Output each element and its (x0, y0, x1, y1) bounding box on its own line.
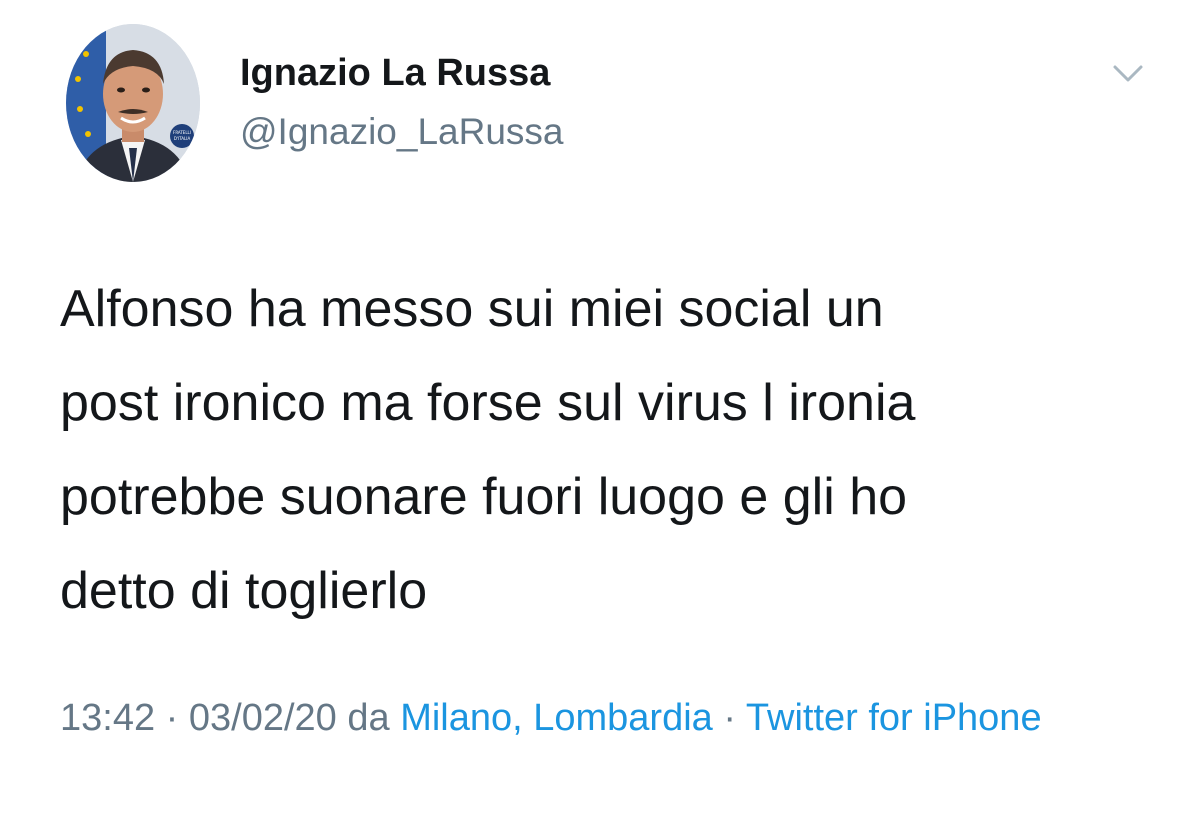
source-separator: · (712, 697, 746, 739)
badge-text-top: FRATELLI (173, 130, 191, 135)
location-link[interactable]: Milano, Lombardia (400, 697, 713, 739)
avatar-image: FRATELLI D'ITALIA (66, 24, 200, 182)
tweet-text-line: detto di toglierlo (60, 562, 428, 620)
author-handle[interactable]: @Ignazio_LaRussa (240, 111, 563, 153)
chevron-down-icon[interactable] (1112, 62, 1144, 86)
tweet-text-line: Alfonso ha messo sui miei social un (60, 280, 884, 338)
tweet-date[interactable]: 03/02/20 (189, 697, 337, 739)
tweet-text-line: post ironico ma forse sul virus l ironia (60, 374, 916, 432)
author-name[interactable]: Ignazio La Russa (240, 52, 550, 95)
source-link[interactable]: Twitter for iPhone (746, 697, 1042, 739)
tweet-card: FRATELLI D'ITALIA Ignazio La Russa @Igna… (0, 0, 1200, 833)
tweet-text-line: potrebbe suonare fuori luogo e gli ho (60, 468, 908, 526)
tweet-text: Alfonso ha messo sui miei social un post… (60, 262, 1160, 638)
avatar[interactable]: FRATELLI D'ITALIA (66, 24, 200, 182)
badge-text-bottom: D'ITALIA (174, 136, 191, 141)
tweet-time[interactable]: 13:42 (60, 697, 155, 739)
from-label: da (336, 697, 401, 739)
meta-separator: · (155, 697, 189, 739)
tweet-meta: 13:42 · 03/02/20 da Milano, Lombardia · … (60, 688, 1160, 748)
